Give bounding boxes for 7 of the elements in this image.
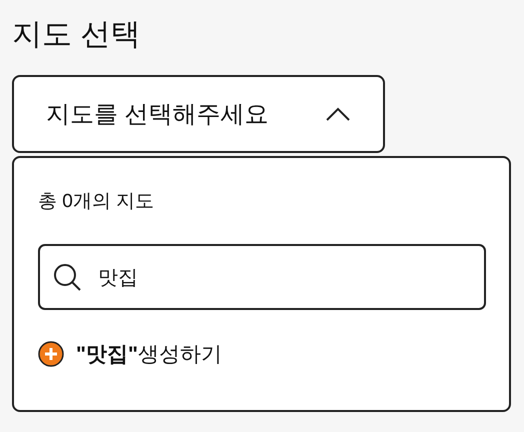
map-count: 총 0개의 지도 — [38, 190, 154, 214]
create-map-button[interactable]: "맛집"생성하기 — [38, 340, 222, 368]
page-title: 지도 선택 — [12, 17, 140, 53]
chevron-icon — [325, 106, 351, 122]
plus-icon — [38, 341, 64, 367]
map-select-dropdown[interactable]: 지도를 선택해주세요 — [12, 75, 385, 153]
search-field[interactable]: 맛집 — [38, 244, 486, 310]
